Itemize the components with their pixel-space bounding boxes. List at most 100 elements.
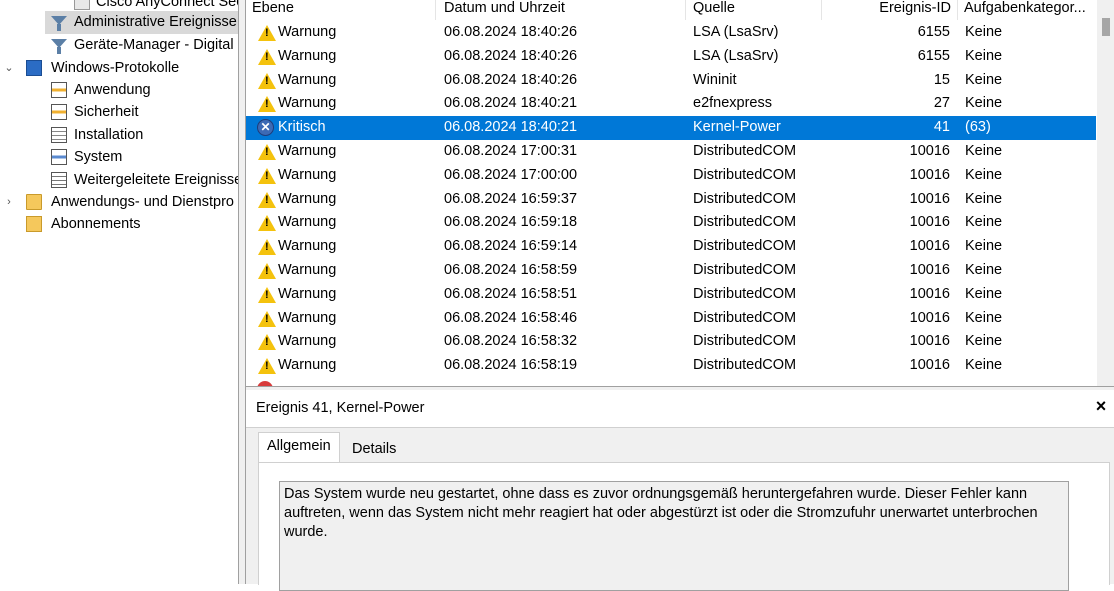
- log-icon: [51, 149, 67, 165]
- cell-level: Warnung: [278, 190, 337, 207]
- tree-item-security[interactable]: Sicherheit: [0, 101, 238, 124]
- cell-event-id: 10016: [909, 238, 950, 255]
- cell-source: DistributedCOM: [693, 143, 797, 159]
- subscriptions-icon: [26, 216, 42, 232]
- cell-event-id: 10016: [909, 143, 950, 159]
- event-list: Ebene Datum und Uhrzeit Quelle Ereignis-…: [246, 0, 1114, 386]
- cell-date: 06.08.2024 18:40:26: [444, 71, 578, 88]
- cell-date: 06.08.2024 18:40:21: [444, 95, 578, 112]
- cell-task-category: Keine: [965, 285, 1003, 302]
- cell-date: 06.08.2024 16:59:18: [444, 214, 578, 231]
- table-row[interactable]: Warnung 06.08.2024 16:58:46 DistributedCOM…: [246, 307, 1096, 331]
- table-row[interactable]: Warnung 06.08.2024 16:59:18 DistributedCOM…: [246, 211, 1096, 235]
- table-row-partial[interactable]: [246, 378, 1096, 386]
- cell-date: 06.08.2024 18:40:26: [444, 47, 578, 64]
- log-icon: [51, 172, 67, 188]
- cell-event-id: 10016: [909, 262, 950, 278]
- cell-date: 06.08.2024 18:40:26: [444, 24, 578, 40]
- vertical-splitter[interactable]: [238, 0, 246, 584]
- table-row[interactable]: Warnung 06.08.2024 17:00:00 DistributedCOM…: [246, 164, 1096, 188]
- navigation-tree: Cisco AnyConnect Sec Administrative Erei…: [0, 0, 238, 584]
- table-row[interactable]: Warnung 06.08.2024 16:59:14 DistributedCOM…: [246, 235, 1096, 259]
- column-header-level[interactable]: Ebene: [246, 0, 436, 20]
- table-row[interactable]: Warnung 06.08.2024 16:59:37 DistributedCOM…: [246, 188, 1096, 212]
- tree-item-system[interactable]: System: [0, 146, 238, 169]
- tree-item-forwarded-events[interactable]: Weitergeleitete Ereignisse: [0, 169, 238, 192]
- cell-event-id: 10016: [909, 333, 950, 350]
- cell-event-id: 6155: [917, 47, 950, 64]
- filter-icon: [51, 14, 67, 31]
- cell-source: e2fnexpress: [693, 95, 772, 112]
- cell-source: DistributedCOM: [693, 238, 797, 255]
- table-row[interactable]: Warnung 06.08.2024 18:40:21 e2fnexpress 27 K…: [246, 92, 1096, 116]
- tree-item-app-services-logs[interactable]: › Anwendungs- und Dienstpro: [0, 191, 238, 214]
- tree-item-device-manager[interactable]: Geräte-Manager - Digital: [0, 34, 238, 57]
- cell-date: 06.08.2024 16:58:46: [444, 309, 578, 326]
- cell-task-category: Keine: [965, 262, 1003, 278]
- folder-icon: [26, 194, 42, 210]
- cell-task-category: Keine: [965, 214, 1003, 231]
- table-row[interactable]: Warnung 06.08.2024 17:00:31 DistributedCOM…: [246, 140, 1096, 164]
- cell-date: 06.08.2024 17:00:31: [444, 143, 578, 159]
- cell-level: Warnung: [278, 166, 337, 183]
- cell-date: 06.08.2024 16:59:37: [444, 190, 578, 207]
- column-header-task-category[interactable]: Aufgabenkategor...: [958, 0, 1098, 20]
- detail-title: Ereignis 41, Kernel-Power: [256, 400, 425, 416]
- cell-event-id: 10016: [909, 309, 950, 326]
- cell-task-category: Keine: [965, 357, 1003, 374]
- cell-source: Wininit: [693, 71, 737, 88]
- table-row[interactable]: Warnung 06.08.2024 18:40:26 Wininit 15 Keine: [246, 69, 1096, 93]
- tab-details[interactable]: Details: [344, 436, 404, 462]
- cell-level: Warnung: [278, 285, 337, 302]
- chevron-right-icon[interactable]: ›: [3, 191, 15, 214]
- table-row[interactable]: Warnung 06.08.2024 16:58:19 DistributedCOM…: [246, 354, 1096, 378]
- scrollbar-thumb[interactable]: [1102, 18, 1110, 36]
- column-header-source[interactable]: Quelle: [686, 0, 822, 20]
- cell-source: DistributedCOM: [693, 190, 797, 207]
- cell-source: LSA (LsaSrv): [693, 24, 779, 40]
- cell-source: DistributedCOM: [693, 262, 797, 278]
- cell-level: Warnung: [278, 214, 337, 231]
- cell-level: Warnung: [278, 262, 337, 278]
- cell-event-id: 27: [933, 95, 950, 112]
- tree-item-windows-logs[interactable]: ⌄ Windows-Protokolle: [0, 57, 238, 80]
- vertical-scrollbar[interactable]: [1097, 0, 1114, 386]
- tree-item-application[interactable]: Anwendung: [0, 79, 238, 102]
- cell-task-category: Keine: [965, 190, 1003, 207]
- table-row[interactable]: Warnung 06.08.2024 16:58:51 DistributedCOM…: [246, 283, 1096, 307]
- cell-date: 06.08.2024 18:40:21: [444, 119, 578, 136]
- cell-task-category: Keine: [965, 71, 1003, 88]
- cell-level: Warnung: [278, 309, 337, 326]
- cell-task-category: Keine: [965, 143, 1003, 159]
- event-list-header: Ebene Datum und Uhrzeit Quelle Ereignis-…: [246, 0, 1114, 20]
- log-icon: [51, 127, 67, 143]
- event-description: Das System wurde neu gestartet, ohne das…: [279, 481, 1069, 591]
- cell-event-id: 10016: [909, 190, 950, 207]
- table-row[interactable]: Warnung 06.08.2024 18:40:26 LSA (LsaSrv) 61…: [246, 21, 1096, 45]
- cell-event-id: 15: [933, 71, 950, 88]
- vpn-icon: [74, 0, 90, 10]
- cell-task-category: Keine: [965, 24, 1003, 40]
- cell-event-id: 41: [933, 119, 950, 136]
- event-detail-pane: Ereignis 41, Kernel-Power × Allgemein De…: [246, 390, 1114, 591]
- table-row[interactable]: Warnung 06.08.2024 18:40:26 LSA (LsaSrv) 61…: [246, 45, 1096, 69]
- tree-item-administrative-events[interactable]: Administrative Ereignisse: [45, 11, 238, 34]
- chevron-down-icon[interactable]: ⌄: [3, 57, 15, 80]
- cell-date: 06.08.2024 16:58:51: [444, 285, 578, 302]
- column-header-event-id[interactable]: Ereignis-ID: [822, 0, 958, 20]
- close-icon[interactable]: ×: [1093, 396, 1109, 417]
- cell-event-id: 10016: [909, 285, 950, 302]
- table-row[interactable]: ✕ Kritisch 06.08.2024 18:40:21 Kernel-Power…: [246, 116, 1096, 140]
- tree-item-subscriptions[interactable]: Abonnements: [0, 213, 238, 236]
- cell-source: LSA (LsaSrv): [693, 47, 779, 64]
- detail-header: Ereignis 41, Kernel-Power ×: [246, 390, 1114, 428]
- tab-general[interactable]: Allgemein: [258, 432, 340, 463]
- log-icon: [51, 82, 67, 98]
- cell-level: Warnung: [278, 71, 337, 88]
- table-row[interactable]: Warnung 06.08.2024 16:58:32 DistributedCOM…: [246, 330, 1096, 354]
- tree-item-installation[interactable]: Installation: [0, 124, 238, 147]
- filter-icon: [51, 37, 67, 54]
- cell-date: 06.08.2024 16:59:14: [444, 238, 578, 255]
- table-row[interactable]: Warnung 06.08.2024 16:58:59 DistributedCOM…: [246, 259, 1096, 283]
- column-header-date[interactable]: Datum und Uhrzeit: [436, 0, 686, 20]
